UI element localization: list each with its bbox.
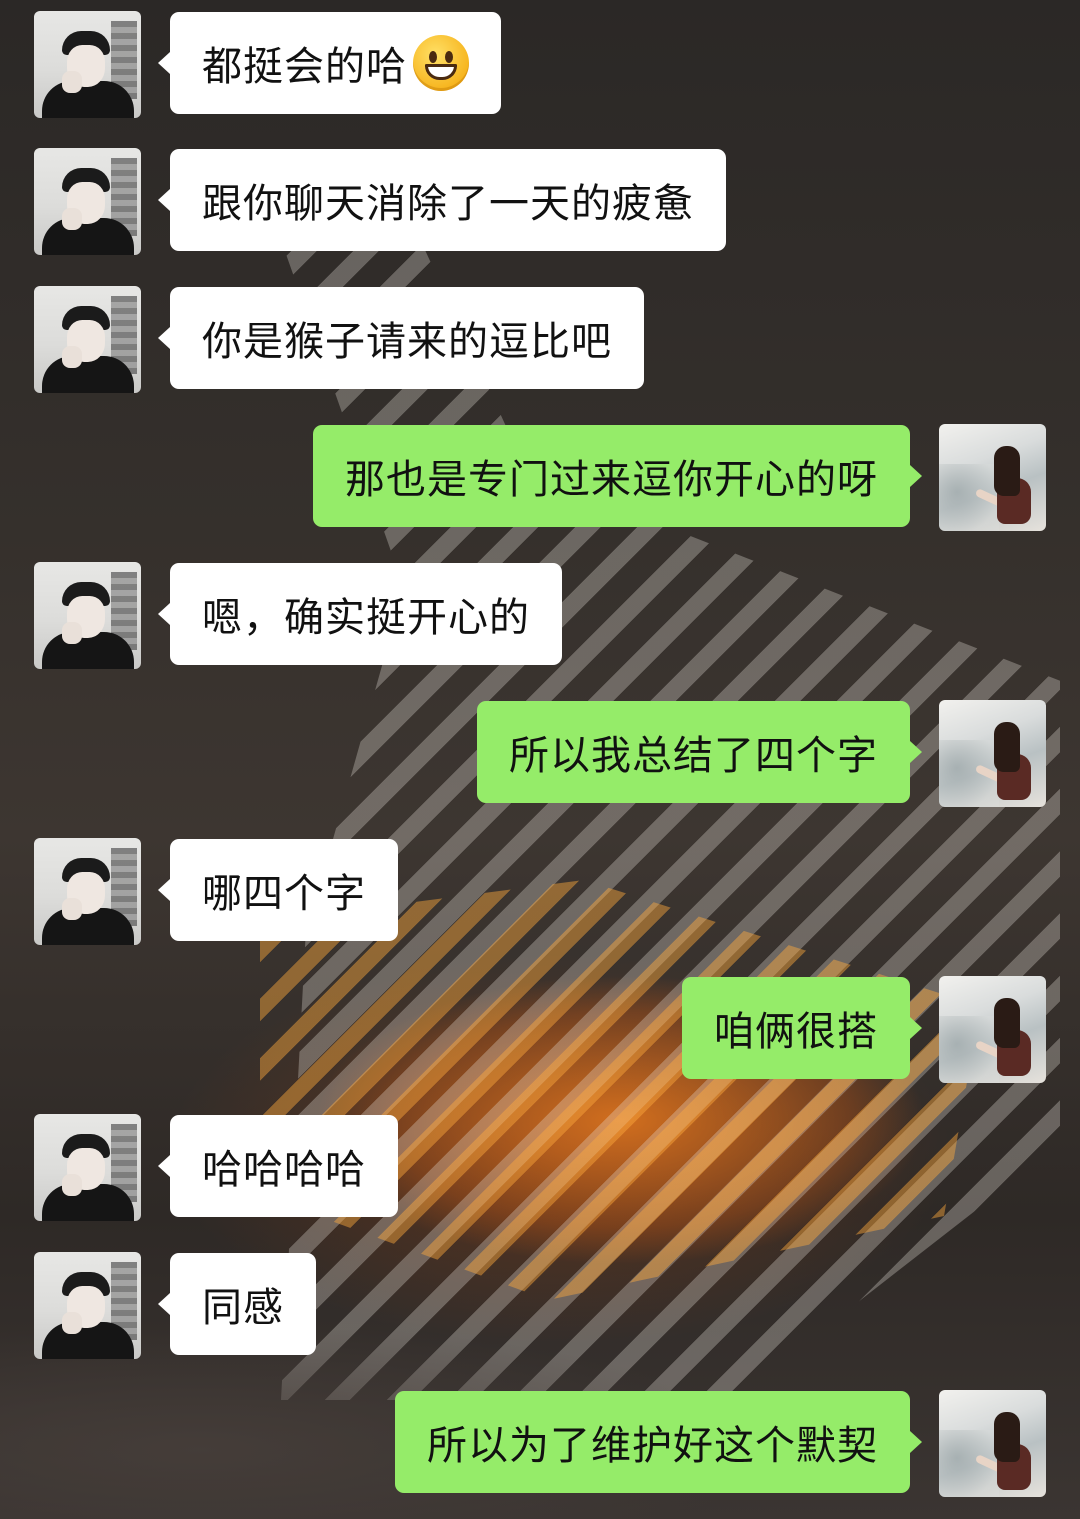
message-row-incoming: 都挺会的哈 [34,11,634,119]
message-row-outgoing: 所以我总结了四个字 [406,700,1046,808]
message-bubble[interactable]: 所以我总结了四个字 [477,701,922,803]
message-row-incoming: 嗯，确实挺开心的 [34,562,634,670]
contact-avatar[interactable] [34,562,141,669]
contact-avatar[interactable] [34,148,141,255]
message-row-incoming: 哈哈哈哈 [34,1114,534,1222]
contact-avatar[interactable] [34,286,141,393]
message-bubble[interactable]: 都挺会的哈 [158,12,501,114]
message-row-incoming: 你是猴子请来的逗比吧 [34,286,734,394]
message-text: 所以我总结了四个字 [509,733,878,779]
message-bubble[interactable]: 嗯，确实挺开心的 [158,563,562,665]
message-bubble[interactable]: 那也是专门过来逗你开心的呀 [313,425,922,527]
message-bubble[interactable]: 跟你聊天消除了一天的疲惫 [158,149,726,251]
message-row-outgoing: 所以为了维护好这个默契 [346,1390,1046,1498]
contact-avatar[interactable] [34,11,141,118]
contact-avatar[interactable] [34,1252,141,1359]
message-row-incoming: 哪四个字 [34,838,534,946]
message-text: 哈哈哈哈 [202,1147,366,1193]
message-text: 哪四个字 [202,871,366,917]
message-row-outgoing: 那也是专门过来逗你开心的呀 [246,424,1046,532]
message-bubble[interactable]: 咱俩很搭 [682,977,922,1079]
message-bubble[interactable]: 哪四个字 [158,839,398,941]
message-bubble[interactable]: 你是猴子请来的逗比吧 [158,287,644,389]
message-text: 同感 [202,1285,284,1331]
message-row-incoming: 同感 [34,1252,434,1360]
own-avatar[interactable] [939,976,1046,1083]
contact-avatar[interactable] [34,1114,141,1221]
message-bubble[interactable]: 同感 [158,1253,316,1355]
own-avatar[interactable] [939,1390,1046,1497]
contact-avatar[interactable] [34,838,141,945]
message-row-incoming: 跟你聊天消除了一天的疲惫 [34,148,834,256]
message-text: 你是猴子请来的逗比吧 [202,319,612,365]
message-text: 咱俩很搭 [714,1009,878,1055]
grinning-face-emoji-icon [413,35,469,91]
message-text: 嗯，确实挺开心的 [202,595,530,641]
message-text: 跟你聊天消除了一天的疲惫 [202,181,694,227]
message-row-outgoing: 咱俩很搭 [546,976,1046,1084]
message-text: 那也是专门过来逗你开心的呀 [345,457,878,503]
message-bubble[interactable]: 所以为了维护好这个默契 [395,1391,922,1493]
message-bubble[interactable]: 哈哈哈哈 [158,1115,398,1217]
own-avatar[interactable] [939,424,1046,531]
message-text: 所以为了维护好这个默契 [427,1423,878,1469]
message-text: 都挺会的哈 [202,44,407,90]
own-avatar[interactable] [939,700,1046,807]
